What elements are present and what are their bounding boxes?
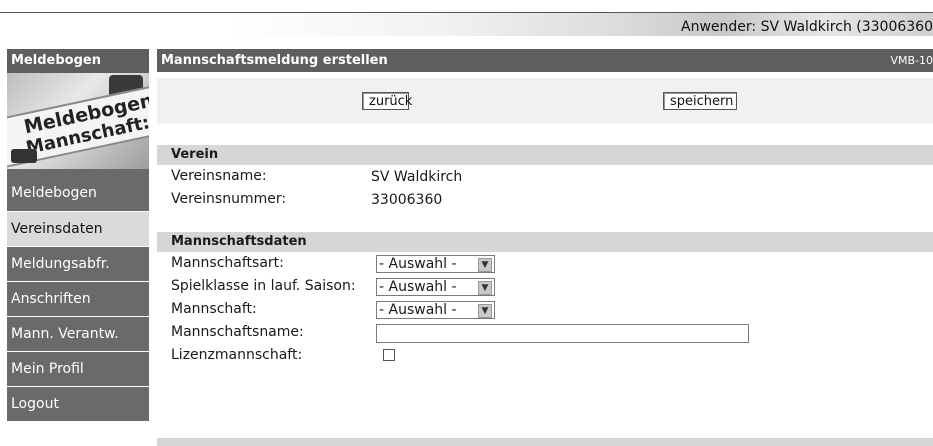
mannschaft-select[interactable]: - Auswahl - ▼ — [376, 301, 495, 319]
section-heading: Mannschaftsdaten — [157, 232, 933, 252]
sidebar-item-meldungsabfr[interactable]: Meldungsabfr. — [7, 246, 149, 281]
sidebar-item-anschriften[interactable]: Anschriften — [7, 281, 149, 316]
sidebar-item-vereinsdaten[interactable]: Vereinsdaten — [7, 211, 149, 246]
vereinsname-value: SV Waldkirch — [371, 169, 463, 185]
field-label: Mannschaftsname: — [171, 324, 304, 340]
lizenzmannschaft-checkbox[interactable] — [383, 349, 395, 361]
sidebar-item-logout[interactable]: Logout — [7, 386, 149, 421]
chevron-down-icon[interactable]: ▼ — [478, 304, 492, 318]
sidebar-item-meldebogen[interactable]: Meldebogen — [7, 169, 149, 211]
page-title: Mannschaftsmeldung erstellen — [161, 53, 388, 68]
mannschaftsname-input[interactable] — [376, 324, 749, 343]
mannschaftsart-select[interactable]: - Auswahl - ▼ — [376, 255, 495, 273]
field-label: Lizenzmannschaft: — [171, 347, 303, 363]
vereinsname-row: Vereinsname: SV Waldkirch — [171, 165, 933, 188]
vereinsnummer-row: Vereinsnummer: 33006360 — [171, 188, 933, 211]
sidebar-item-mann-verantw[interactable]: Mann. Verantw. — [7, 316, 149, 351]
meldebogen-logo: Meldebogen Mannschaft: — [7, 73, 149, 169]
user-info: Anwender: SV Waldkirch (33006360 — [681, 19, 933, 35]
page-titlebar: Mannschaftsmeldung erstellen VMB-10 — [157, 49, 933, 72]
sidebar: Meldebogen Meldebogen Mannschaft: Meldeb… — [7, 49, 149, 424]
lizenzmannschaft-row: Lizenzmannschaft: — [171, 344, 933, 367]
field-label: Mannschaft: — [171, 301, 257, 317]
sidebar-item-mein-profil[interactable]: Mein Profil — [7, 351, 149, 386]
button-bar: zurück speichern — [157, 78, 933, 124]
save-button[interactable]: speichern — [663, 92, 737, 110]
main-content: Mannschaftsmeldung erstellen VMB-10 zurü… — [157, 49, 933, 367]
field-label: Spielklasse in lauf. Saison: — [171, 278, 356, 294]
select-value: - Auswahl - — [379, 302, 457, 318]
chevron-down-icon[interactable]: ▼ — [478, 281, 492, 295]
mannschaftsart-row: Mannschaftsart: - Auswahl - ▼ — [171, 252, 933, 275]
mannschaftsname-row: Mannschaftsname: — [171, 321, 933, 344]
top-banner: Anwender: SV Waldkirch (33006360 — [0, 0, 933, 36]
select-value: - Auswahl - — [379, 256, 457, 272]
vereinsnummer-value: 33006360 — [371, 192, 443, 208]
field-label: Vereinsnummer: — [171, 191, 287, 207]
mannschaftsdaten-section: Mannschaftsdaten Mannschaftsart: - Auswa… — [157, 232, 933, 367]
sidebar-title: Meldebogen — [7, 49, 149, 73]
spielklasse-select[interactable]: - Auswahl - ▼ — [376, 278, 495, 296]
field-label: Vereinsname: — [171, 168, 267, 184]
chevron-down-icon[interactable]: ▼ — [478, 258, 492, 272]
logo-decoration — [11, 149, 37, 163]
spielklasse-row: Spielklasse in lauf. Saison: - Auswahl -… — [171, 275, 933, 298]
mannschaft-row: Mannschaft: - Auswahl - ▼ — [171, 298, 933, 321]
page-code: VMB-10 — [890, 54, 933, 67]
next-section-heading — [157, 438, 933, 446]
field-label: Mannschaftsart: — [171, 255, 284, 271]
select-value: - Auswahl - — [379, 279, 457, 295]
section-heading: Verein — [157, 145, 933, 165]
back-button[interactable]: zurück — [362, 92, 412, 110]
sidebar-nav: Meldebogen Vereinsdaten Meldungsabfr. An… — [7, 169, 149, 421]
verein-section: Verein Vereinsname: SV Waldkirch Vereins… — [157, 145, 933, 211]
